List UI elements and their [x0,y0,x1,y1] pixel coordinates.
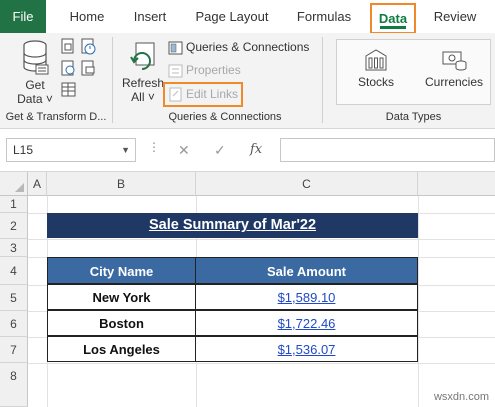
tab-insert[interactable]: Insert [130,0,170,33]
gridline [28,363,495,364]
table-header-amount[interactable]: Sale Amount [195,257,418,284]
column-header-b[interactable]: B [47,172,196,196]
properties-button[interactable]: Properties [168,61,241,79]
currencies-button[interactable]: Currencies [421,48,487,89]
from-text-icon [61,38,74,54]
row-header-7[interactable]: 7 [0,337,28,363]
tab-data[interactable]: Data [370,3,416,34]
gridline [418,196,419,407]
table-cell-amount[interactable]: $1,536.07 [195,336,418,362]
queries-connections-button[interactable]: Queries & Connections [168,38,309,56]
currencies-label: Currencies [424,75,484,89]
row-header-8[interactable]: 8 [0,363,28,407]
group-label-data-types: Data Types [385,111,442,123]
insert-function-icon[interactable]: fx [250,138,262,162]
active-tab-underline [380,26,406,29]
tab-page-layout[interactable]: Page Layout [193,0,271,33]
column-header-a[interactable]: A [28,172,47,196]
from-table-icon [61,82,76,97]
table-cell-city[interactable]: Boston [47,310,196,336]
row-header-4[interactable]: 4 [0,257,28,285]
table-cell-city[interactable]: Los Angeles [47,336,196,362]
table-cell-amount[interactable]: $1,589.10 [195,284,418,310]
table-cell-amount[interactable]: $1,722.46 [195,310,418,336]
edit-links-icon [169,87,182,102]
row-header-5[interactable]: 5 [0,285,28,311]
chevron-down-icon[interactable]: ▼ [121,139,130,161]
edit-links-label: Edit Links [186,87,239,101]
get-data-label-1: Get [25,78,45,92]
sheet-title-cell[interactable]: Sale Summary of Mar'22 [47,213,418,238]
properties-icon [168,64,183,78]
row-header-6[interactable]: 6 [0,311,28,337]
queries-connections-label: Queries & Connections [186,40,310,54]
column-header-blank [418,172,495,196]
recent-sources-icon [81,38,96,55]
row-header-2[interactable]: 2 [0,213,28,239]
formula-input[interactable] [280,138,495,162]
name-box-value: L15 [13,143,34,157]
group-separator [112,37,113,123]
refresh-label-2: All ˅ [131,90,155,104]
refresh-label-1: Refresh [121,76,165,90]
group-separator [322,37,323,123]
ribbon: Get Data ˅ Get & Transform D... Refresh … [0,33,495,129]
tab-formulas[interactable]: Formulas [295,0,353,33]
ribbon-tab-bar: File Home Insert Page Layout Formulas Da… [0,0,495,34]
queries-connections-icon [168,41,183,55]
worksheet-grid[interactable]: A B C 1 2 3 4 5 6 7 8 Sale Summary of Ma… [0,172,495,407]
tab-data-label: Data [378,11,408,26]
tab-home[interactable]: Home [66,0,108,33]
refresh-all-button[interactable]: Refresh All ˅ [120,39,166,104]
row-header-1[interactable]: 1 [0,196,28,213]
refresh-icon [130,42,155,70]
cancel-icon[interactable]: ✕ [178,138,190,162]
stocks-icon [365,49,387,71]
get-data-label-2: Data ˅ [17,92,53,106]
stocks-label: Stocks [357,75,394,89]
group-label-queries: Queries & Connections [168,111,282,123]
properties-label: Properties [186,63,241,77]
from-web-icon [61,60,75,76]
formula-bar: L15 ▼ ⋮ ✕ ✓ fx [0,130,495,172]
data-types-gallery: Stocks Currencies [336,39,491,105]
tab-review[interactable]: Review [430,0,480,33]
get-data-button[interactable]: Get Data ˅ [12,39,58,106]
table-cell-city[interactable]: New York [47,284,196,310]
name-box[interactable]: L15 ▼ [6,138,136,162]
tab-file[interactable]: File [0,0,46,33]
existing-connections-icon [81,60,95,76]
table-header-city[interactable]: City Name [47,257,196,284]
gridline [28,239,495,240]
row-header-3[interactable]: 3 [0,239,28,257]
stocks-button[interactable]: Stocks [349,48,403,89]
group-label-get-transform: Get & Transform D... [5,111,107,123]
get-transform-small-icons [60,37,100,103]
watermark: wsxdn.com [433,391,489,403]
formula-bar-grip-icon[interactable]: ⋮ [148,140,160,154]
column-header-c[interactable]: C [196,172,418,196]
edit-links-button[interactable]: Edit Links [163,82,243,107]
select-all-button[interactable] [0,172,28,196]
database-icon [23,40,49,75]
enter-icon[interactable]: ✓ [214,138,226,162]
currencies-icon [442,51,467,71]
